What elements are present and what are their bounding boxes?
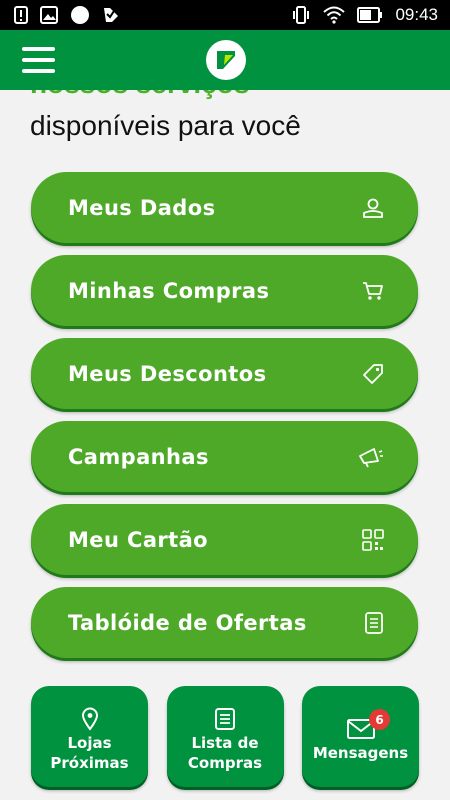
- menu-item-meu-cartao[interactable]: Meu Cartão: [31, 504, 418, 575]
- list-icon: [214, 705, 236, 733]
- tile-lojas-proximas[interactable]: Lojas Próximas: [31, 686, 148, 787]
- tile-label: Lojas Próximas: [50, 733, 129, 772]
- tile-label: Mensagens: [312, 743, 409, 762]
- location-pin-icon: [81, 705, 99, 733]
- menu-item-meus-descontos[interactable]: Meus Descontos: [31, 338, 418, 409]
- image-icon: [40, 6, 58, 24]
- headline-line-1: nossos serviços: [30, 90, 249, 100]
- cart-icon: [362, 280, 384, 302]
- tile-lista-de-compras[interactable]: Lista de Compras: [166, 686, 284, 787]
- menu-item-campanhas[interactable]: Campanhas: [31, 421, 418, 492]
- menu-item-minhas-compras[interactable]: Minhas Compras: [31, 255, 418, 326]
- status-bar: 09:43: [0, 0, 450, 30]
- menu-item-label: Minhas Compras: [68, 278, 270, 303]
- menu-item-label: Meus Descontos: [68, 361, 267, 386]
- app-check-icon: [102, 6, 120, 24]
- megaphone-icon: [358, 446, 384, 468]
- document-icon: [364, 611, 384, 634]
- menu-item-label: Campanhas: [68, 444, 209, 469]
- status-time: 09:43: [395, 5, 438, 24]
- menu-item-label: Tablóide de Ofertas: [68, 610, 307, 635]
- circle-icon: [70, 5, 90, 25]
- menu-item-label: Meu Cartão: [68, 527, 208, 552]
- app-logo: [206, 40, 246, 80]
- status-bar-right: 09:43: [291, 5, 438, 25]
- menu-item-tabloide-de-ofertas[interactable]: Tablóide de Ofertas: [31, 587, 418, 658]
- hamburger-menu-icon[interactable]: [22, 47, 55, 73]
- alert-icon: [14, 6, 28, 24]
- user-icon: [362, 197, 384, 219]
- status-bar-left: [14, 5, 120, 25]
- services-menu: Meus Dados Minhas Compras Meus Descontos…: [31, 172, 418, 670]
- notification-badge: 6: [369, 709, 390, 730]
- app-bar: [0, 30, 450, 90]
- quick-access-tiles: Lojas Próximas Lista de Compras Mensagen…: [31, 686, 419, 787]
- menu-item-meus-dados[interactable]: Meus Dados: [31, 172, 418, 243]
- headline: nossos serviços disponíveis para você: [0, 90, 450, 150]
- tag-icon: [362, 363, 384, 385]
- tile-mensagens[interactable]: Mensagens 6: [302, 686, 419, 787]
- vibrate-icon: [291, 5, 311, 25]
- wifi-icon: [323, 6, 346, 24]
- headline-line-2: disponíveis para você: [30, 110, 301, 141]
- menu-item-label: Meus Dados: [68, 195, 216, 220]
- tile-label: Lista de Compras: [187, 733, 263, 772]
- qr-code-icon: [362, 528, 384, 551]
- battery-icon: [357, 7, 383, 23]
